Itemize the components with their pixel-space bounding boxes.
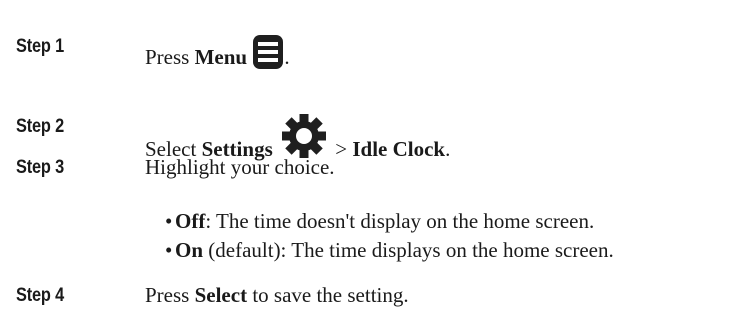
list-item: • On (default): The time displays on the … (165, 236, 614, 265)
option-off-term: Off (175, 209, 206, 233)
step-1-prefix: Press (145, 45, 195, 69)
step-4-select-term: Select (194, 283, 248, 307)
step-2-label: Step 2 (16, 116, 65, 137)
option-on-term: On (175, 238, 204, 262)
list-item: • Off: The time doesn't display on the ho… (165, 207, 614, 236)
step-4-text: Press Select to save the setting. (145, 283, 409, 308)
bullet-icon: • (165, 209, 173, 233)
step-3-text: Highlight your choice. (145, 155, 335, 179)
step-2-suffix: . (445, 137, 451, 161)
step-1-menu-term: Menu (194, 45, 248, 69)
option-off-description: : The time doesn't display on the home s… (205, 209, 595, 233)
bullet-icon: • (165, 238, 173, 262)
menu-icon (252, 34, 284, 70)
step-1-text: Press Menu . (145, 34, 290, 70)
step-1-suffix: . (284, 45, 290, 69)
option-on-description: (default): The time displays on the home… (203, 238, 614, 262)
step-2-idle-clock-term: Idle Clock (352, 137, 446, 161)
step-3-label: Step 3 (16, 157, 65, 178)
step-4-label: Step 4 (16, 285, 65, 306)
step-3-options-list: • Off: The time doesn't display on the ho… (165, 207, 614, 265)
step-4-prefix: Press (145, 283, 195, 307)
step-1-label: Step 1 (16, 36, 65, 57)
step-4-suffix: to save the setting. (247, 283, 409, 307)
